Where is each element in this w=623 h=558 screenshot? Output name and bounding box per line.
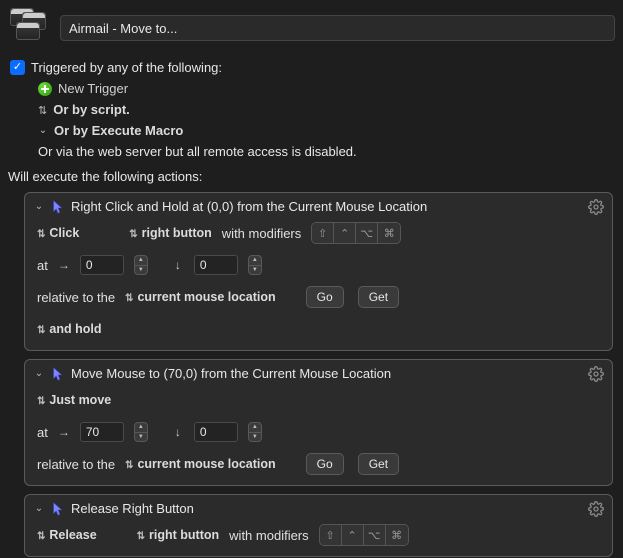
go-button[interactable]: Go [306, 453, 344, 475]
hold-label: and hold [49, 322, 101, 336]
action-card: ⌄ Right Click and Hold at (0,0) from the… [24, 192, 613, 351]
chevron-down-icon[interactable]: ⌄ [38, 125, 48, 136]
gear-icon[interactable] [588, 366, 604, 382]
action-title: Move Mouse to (70,0) from the Current Mo… [71, 366, 391, 381]
relative-value: current mouse location [137, 457, 275, 471]
triggered-checkbox[interactable]: ✓ [10, 60, 25, 75]
mod-command-button[interactable]: ⌘ [386, 525, 408, 545]
mod-option-button[interactable]: ⌥ [356, 223, 378, 243]
cursor-icon [51, 367, 65, 381]
relative-prefix: relative to the [37, 457, 115, 472]
with-modifiers-label: with modifiers [222, 226, 301, 241]
mod-control-button[interactable]: ⌃ [334, 223, 356, 243]
action-card: ⌄ Move Mouse to (70,0) from the Current … [24, 359, 613, 486]
modifiers-segmented: ⇧ ⌃ ⌥ ⌘ [311, 222, 401, 244]
macro-icon [8, 6, 52, 50]
web-server-note: Or via the web server but all remote acc… [38, 144, 357, 159]
y-input[interactable] [194, 255, 238, 275]
move-kind-label: Just move [49, 393, 111, 407]
cursor-icon [51, 502, 65, 516]
release-kind-select[interactable]: Release [37, 528, 97, 542]
at-label: at [37, 258, 48, 273]
gear-icon[interactable] [588, 199, 604, 215]
arrow-right-icon: → [58, 425, 70, 439]
get-button[interactable]: Get [358, 453, 399, 475]
by-script-label: Or by script. [53, 102, 130, 117]
sort-icon [38, 102, 47, 117]
y-input[interactable] [194, 422, 238, 442]
triggered-label: Triggered by any of the following: [31, 60, 222, 75]
action-card: ⌄ Release Right Button Release right but… [24, 494, 613, 557]
mod-option-button[interactable]: ⌥ [364, 525, 386, 545]
get-button[interactable]: Get [358, 286, 399, 308]
mod-control-button[interactable]: ⌃ [342, 525, 364, 545]
release-kind-label: Release [49, 528, 96, 542]
gear-icon[interactable] [588, 501, 604, 517]
relative-prefix: relative to the [37, 290, 115, 305]
modifiers-segmented: ⇧ ⌃ ⌥ ⌘ [319, 524, 409, 546]
relative-select[interactable]: current mouse location [125, 457, 276, 471]
click-button-label: right button [142, 226, 212, 240]
disclosure-icon[interactable]: ⌄ [33, 201, 45, 212]
add-trigger-icon[interactable] [38, 82, 52, 96]
click-button-select[interactable]: right button [129, 226, 212, 240]
click-kind-label: Click [49, 226, 79, 240]
action-title: Right Click and Hold at (0,0) from the C… [71, 199, 427, 214]
release-button-select[interactable]: right button [137, 528, 220, 542]
arrow-right-icon: → [58, 258, 70, 272]
at-label: at [37, 425, 48, 440]
actions-header: Will execute the following actions: [0, 163, 623, 188]
move-kind-select[interactable]: Just move [37, 393, 111, 407]
go-button[interactable]: Go [306, 286, 344, 308]
disclosure-icon[interactable]: ⌄ [33, 368, 45, 379]
arrow-down-icon: ↓ [172, 258, 184, 272]
y-stepper[interactable]: ▲▼ [248, 422, 262, 442]
release-button-label: right button [149, 528, 219, 542]
new-trigger-label[interactable]: New Trigger [58, 81, 128, 96]
disclosure-icon[interactable]: ⌄ [33, 503, 45, 514]
mod-command-button[interactable]: ⌘ [378, 223, 400, 243]
relative-value: current mouse location [137, 290, 275, 304]
with-modifiers-label: with modifiers [229, 528, 308, 543]
mod-shift-button[interactable]: ⇧ [312, 223, 334, 243]
relative-select[interactable]: current mouse location [125, 290, 276, 304]
hold-select[interactable]: and hold [37, 322, 101, 336]
arrow-down-icon: ↓ [172, 425, 184, 439]
mod-shift-button[interactable]: ⇧ [320, 525, 342, 545]
click-kind-select[interactable]: Click [37, 226, 79, 240]
action-title: Release Right Button [71, 501, 194, 516]
by-execute-macro-label: Or by Execute Macro [54, 123, 183, 138]
x-stepper[interactable]: ▲▼ [134, 422, 148, 442]
x-input[interactable] [80, 255, 124, 275]
cursor-icon [51, 200, 65, 214]
y-stepper[interactable]: ▲▼ [248, 255, 262, 275]
x-stepper[interactable]: ▲▼ [134, 255, 148, 275]
macro-name-input[interactable] [60, 15, 615, 41]
x-input[interactable] [80, 422, 124, 442]
